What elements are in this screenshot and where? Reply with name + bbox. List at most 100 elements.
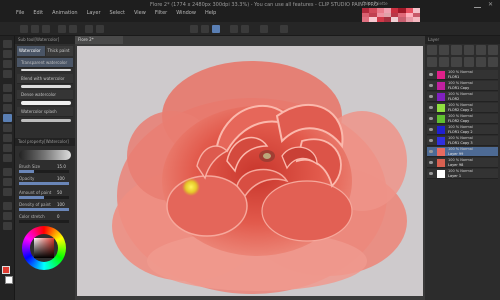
eye-icon[interactable] xyxy=(429,95,433,98)
grid-icon[interactable] xyxy=(230,25,238,33)
eye-icon[interactable] xyxy=(429,106,433,109)
canvas-tab[interactable]: Flore 2* xyxy=(75,36,123,44)
move-icon[interactable] xyxy=(3,50,12,58)
new-folder-icon[interactable] xyxy=(451,45,462,55)
eye-icon[interactable] xyxy=(429,172,433,175)
draft-icon[interactable] xyxy=(463,57,474,67)
pencil-icon[interactable] xyxy=(3,104,12,112)
lasso-icon[interactable] xyxy=(3,70,12,78)
figure-icon[interactable] xyxy=(3,188,12,196)
eye-icon[interactable] xyxy=(429,161,433,164)
opacity-slider[interactable] xyxy=(19,182,69,185)
reference-icon[interactable] xyxy=(451,57,462,67)
transform-icon[interactable] xyxy=(96,25,104,33)
brush-dense-watercolor[interactable]: Dense watercolor xyxy=(17,90,73,100)
layer-row[interactable]: 100 % Normal FLOR1 Copy 3 xyxy=(427,136,498,146)
paint-density-slider[interactable] xyxy=(19,208,69,211)
layer-row[interactable]: 100 % Normal FLOR1 Copy 2 xyxy=(427,125,498,135)
eyedropper-icon[interactable] xyxy=(3,84,12,92)
ruler-icon[interactable] xyxy=(201,25,209,33)
layer-row[interactable]: 100 % Normal Layer 1 xyxy=(427,169,498,179)
share-icon[interactable] xyxy=(280,25,288,33)
delete-layer-icon[interactable] xyxy=(487,57,498,67)
eye-icon[interactable] xyxy=(429,150,433,153)
fill-icon[interactable] xyxy=(3,168,12,176)
color-wheel[interactable] xyxy=(22,226,66,270)
snap-icon[interactable] xyxy=(190,25,198,33)
airbrush-icon[interactable] xyxy=(3,124,12,132)
layer-row[interactable]: 100 % Normal FLOR2 Copy xyxy=(427,114,498,124)
eye-icon[interactable] xyxy=(429,73,433,76)
layer-row[interactable]: 100 % Normal Layer 99 xyxy=(427,147,498,157)
main-color-swatch[interactable] xyxy=(2,266,10,274)
layer-thumbnail xyxy=(437,104,445,112)
menu-edit[interactable]: Edit xyxy=(33,10,43,16)
color-saturation-square[interactable] xyxy=(34,238,54,258)
operation-icon[interactable] xyxy=(3,60,12,68)
layer-row[interactable]: 100 % Normal Layer 98 xyxy=(427,158,498,168)
close-icon[interactable]: ✕ xyxy=(488,2,495,8)
brush-blend-watercolor[interactable]: Blend with watercolor xyxy=(17,74,73,84)
blend-mode-icon[interactable] xyxy=(427,57,438,67)
menu-file[interactable]: File xyxy=(16,10,24,16)
menu-window[interactable]: Window xyxy=(176,10,196,16)
clear-icon[interactable] xyxy=(85,25,93,33)
balloon-icon[interactable] xyxy=(3,212,12,220)
text-icon[interactable] xyxy=(3,202,12,210)
layer-row[interactable]: 100 % Normal FLOR2 xyxy=(427,92,498,102)
tab-watercolor[interactable]: Watercolor xyxy=(17,46,45,56)
sub-color-swatch[interactable] xyxy=(5,276,13,284)
brush-watercolor-splash[interactable]: Watercolor splash xyxy=(17,107,73,117)
minimize-icon[interactable] xyxy=(474,2,481,8)
brush-transparent-watercolor[interactable]: Transparent watercolor xyxy=(17,58,73,68)
color-stretch-slider[interactable] xyxy=(19,220,69,223)
new-layer-icon[interactable] xyxy=(427,45,438,55)
mask-icon[interactable] xyxy=(487,45,498,55)
menu-view[interactable]: View xyxy=(134,10,146,16)
brush-size-slider[interactable] xyxy=(19,170,69,173)
blend-icon[interactable] xyxy=(3,154,12,162)
menu-select[interactable]: Select xyxy=(110,10,125,16)
perspective-icon[interactable] xyxy=(241,25,249,33)
eye-icon[interactable] xyxy=(429,128,433,131)
save-icon[interactable] xyxy=(42,25,50,33)
menu-filter[interactable]: Filter xyxy=(155,10,167,16)
paint-density-value[interactable]: 100 xyxy=(57,202,65,207)
tab-thick-paint[interactable]: Thick paint xyxy=(45,46,73,56)
undo-icon[interactable] xyxy=(58,25,66,33)
open-icon[interactable] xyxy=(31,25,39,33)
color-palette[interactable] xyxy=(362,8,420,22)
brush-icon[interactable] xyxy=(3,114,12,122)
pen-icon[interactable] xyxy=(3,94,12,102)
layer-row[interactable]: 100 % Normal FLOR1 Copy xyxy=(427,81,498,91)
correct-line-icon[interactable] xyxy=(3,222,12,230)
lock-icon[interactable] xyxy=(475,45,486,55)
color-icon[interactable] xyxy=(475,57,486,67)
opacity-value[interactable]: 100 xyxy=(57,176,65,181)
new-vector-layer-icon[interactable] xyxy=(439,45,450,55)
clip-icon[interactable] xyxy=(463,45,474,55)
layer-row[interactable]: 100 % Normal FLOR2 Copy 2 xyxy=(427,103,498,113)
opacity-icon[interactable] xyxy=(439,57,450,67)
decoration-icon[interactable] xyxy=(3,134,12,142)
menu-animation[interactable]: Animation xyxy=(52,10,78,16)
drawing-canvas[interactable] xyxy=(77,46,423,296)
gradient-icon[interactable] xyxy=(3,178,12,186)
selection-icon[interactable] xyxy=(212,25,220,33)
new-icon[interactable] xyxy=(20,25,28,33)
paint-amount-value[interactable]: 50 xyxy=(57,190,62,195)
color-stretch-value[interactable]: 0 xyxy=(57,214,60,219)
eraser-icon[interactable] xyxy=(3,144,12,152)
settings-icon[interactable] xyxy=(260,25,268,33)
eye-icon[interactable] xyxy=(429,117,433,120)
menu-help[interactable]: Help xyxy=(205,10,216,16)
layer-row[interactable]: 100 % Normal FLOR1 xyxy=(427,70,498,80)
menu-layer[interactable]: Layer xyxy=(87,10,101,16)
brush-stroke-preview xyxy=(21,119,71,122)
brush-size-value[interactable]: 15.0 xyxy=(57,164,66,169)
paint-amount-slider[interactable] xyxy=(19,196,69,199)
eye-icon[interactable] xyxy=(429,139,433,142)
redo-icon[interactable] xyxy=(69,25,77,33)
eye-icon[interactable] xyxy=(429,84,433,87)
zoom-icon[interactable] xyxy=(3,40,12,48)
